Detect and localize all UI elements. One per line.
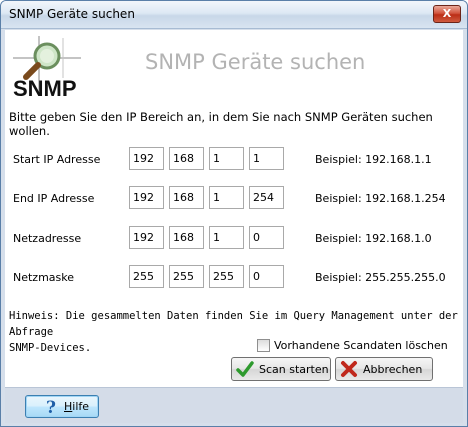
network-address-octet-1[interactable]: 192 [129,226,164,249]
dialog-window: SNMP Geräte suchen X SNMP SNMP Geräte su… [0,0,468,427]
delete-scandata-option[interactable]: Vorhandene Scandaten löschen [257,339,448,352]
close-icon: X [442,7,452,20]
netmask-octet-1[interactable]: 255 [129,265,164,288]
help-button[interactable]: ? Hilfe [25,395,99,418]
scan-start-button[interactable]: Scan starten [231,357,331,381]
title-bar[interactable]: SNMP Geräte suchen X [1,1,467,29]
start-ip-label: Start IP Adresse [13,153,101,166]
network-address-octet-4[interactable]: 0 [249,226,284,249]
end-ip-example: Beispiel: 192.168.1.254 [315,192,446,205]
dialog-body: SNMP SNMP Geräte suchen Bitte geben Sie … [5,30,463,387]
end-ip-octet-3[interactable]: 1 [209,186,244,209]
start-ip-octet-2[interactable]: 168 [169,147,204,170]
cancel-button[interactable]: Abbrechen [335,357,433,381]
network-address-octet-3[interactable]: 1 [209,226,244,249]
cancel-label: Abbrechen [363,362,423,376]
network-address-octet-2[interactable]: 168 [169,226,204,249]
instruction-text: Bitte geben Sie den IP Bereich an, in de… [9,110,433,138]
scan-start-label: Scan starten [259,362,329,376]
cancel-x-icon [341,361,357,377]
delete-scandata-checkbox[interactable] [257,339,270,352]
dialog-footer: ? Hilfe [5,387,463,423]
logo-text: SNMP [13,76,77,100]
start-ip-example: Beispiel: 192.168.1.1 [315,153,432,166]
network-address-label: Netzadresse [13,232,82,245]
help-label: Hilfe [64,400,90,413]
question-mark-icon: ? [46,398,56,416]
netmask-label: Netzmaske [13,271,75,284]
window-title: SNMP Geräte suchen [9,7,135,21]
svg-text:?: ? [46,398,56,416]
start-ip-octet-1[interactable]: 192 [129,147,164,170]
netmask-octet-3[interactable]: 255 [209,265,244,288]
end-ip-label: End IP Adresse [13,192,95,205]
header-title: SNMP Geräte suchen [145,50,366,74]
end-ip-octet-2[interactable]: 168 [169,186,204,209]
netmask-octet-2[interactable]: 255 [169,265,204,288]
start-ip-octet-4[interactable]: 1 [249,147,284,170]
start-ip-octet-3[interactable]: 1 [209,147,244,170]
network-address-example: Beispiel: 192.168.1.0 [315,232,432,245]
end-ip-octet-1[interactable]: 192 [129,186,164,209]
netmask-example: Beispiel: 255.255.255.0 [315,271,446,284]
close-button[interactable]: X [433,5,461,23]
snmp-logo-icon: SNMP [13,36,81,100]
end-ip-octet-4[interactable]: 254 [249,186,284,209]
netmask-octet-4[interactable]: 0 [249,265,284,288]
hint-line-1: Hinweis: Die gesammelten Daten finden Si… [9,310,458,338]
checkmark-icon [236,361,254,377]
delete-scandata-label[interactable]: Vorhandene Scandaten löschen [274,339,448,352]
